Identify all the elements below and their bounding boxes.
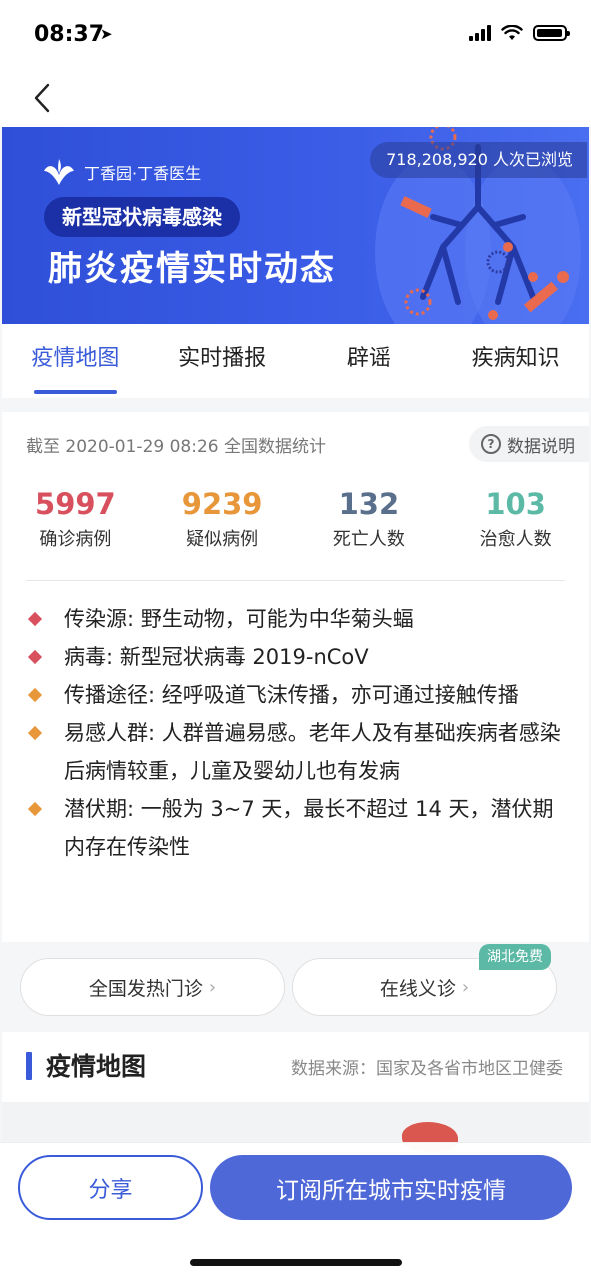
stat-value: 103 <box>485 487 546 521</box>
diamond-bullet-icon <box>26 638 64 676</box>
nav-bar <box>0 70 591 127</box>
info-text: 病毒: 新型冠状病毒 2019-nCoV <box>64 645 369 669</box>
online-consult-label: 在线义诊 <box>379 977 456 1000</box>
stat-deaths: 132 死亡人数 <box>296 487 443 551</box>
stat-value: 9239 <box>181 487 263 521</box>
stat-suspected: 9239 疑似病例 <box>149 487 296 551</box>
stats-card: 截至 2020-01-29 08:26 全国数据统计 ? 数据说明 5997 确… <box>2 412 589 942</box>
stats-timestamp: 截至 2020-01-29 08:26 全国数据统计 <box>26 437 326 457</box>
free-badge: 湖北免费 <box>479 944 551 970</box>
hero-banner: 丁香园·丁香医生 718,208,920 人次已浏览 新型冠状病毒感染 肺炎疫情… <box>2 127 589 324</box>
location-arrow-icon: ➤ <box>100 25 113 43</box>
bottom-action-bar: 分享 订阅所在城市实时疫情 <box>0 1142 591 1279</box>
tab-live-report[interactable]: 实时播报 <box>149 324 296 398</box>
tab-disease-knowledge[interactable]: 疾病知识 <box>442 324 589 398</box>
chevron-right-icon: › <box>461 976 470 998</box>
status-icons <box>469 25 570 41</box>
share-button[interactable]: 分享 <box>18 1155 203 1220</box>
back-button[interactable] <box>22 78 62 118</box>
diamond-bullet-icon <box>26 790 64 866</box>
data-note-button[interactable]: ? 数据说明 <box>469 426 589 462</box>
brand-logo: 丁香园·丁香医生 <box>42 157 201 187</box>
stat-confirmed: 5997 确诊病例 <box>2 487 149 551</box>
map-preview[interactable] <box>2 1102 589 1152</box>
stat-label: 治愈人数 <box>479 529 552 550</box>
battery-icon <box>533 25 570 41</box>
home-indicator <box>190 1259 402 1266</box>
info-list: 传染源: 野生动物，可能为中华菊头蝠 病毒: 新型冠状病毒 2019-nCoV … <box>26 600 563 866</box>
diamond-bullet-icon <box>26 714 64 790</box>
info-item-virus: 病毒: 新型冠状病毒 2019-nCoV <box>26 638 563 676</box>
divider <box>26 580 565 581</box>
chevron-right-icon: › <box>208 976 217 998</box>
map-data-source: 数据来源：国家及各省市地区卫健委 <box>291 1059 563 1079</box>
info-text: 潜伏期: 一般为 3~7 天，最长不超过 14 天，潜伏期内存在传染性 <box>64 797 554 859</box>
stat-label: 疑似病例 <box>186 529 259 550</box>
info-item-transmission: 传播途径: 经呼吸道飞沫传播，亦可通过接触传播 <box>26 676 563 714</box>
tab-rumor[interactable]: 辟谣 <box>296 324 443 398</box>
tab-bar: 疫情地图 实时播报 辟谣 疾病知识 <box>2 324 589 398</box>
stat-cured: 103 治愈人数 <box>442 487 589 551</box>
info-item-susceptible: 易感人群: 人群普遍易感。老年人及有基础疾病者感染后病情较重，儿童及婴幼儿也有发… <box>26 714 563 790</box>
fever-clinic-button[interactable]: 全国发热门诊 › <box>20 958 285 1016</box>
stat-label: 确诊病例 <box>39 529 112 550</box>
stat-label: 死亡人数 <box>332 529 405 550</box>
section-accent-bar <box>26 1052 32 1080</box>
brand-name: 丁香园·丁香医生 <box>84 164 202 183</box>
banner-title: 肺炎疫情实时动态 <box>48 249 336 289</box>
chevron-left-icon <box>34 83 50 113</box>
data-note-label: 数据说明 <box>507 436 575 457</box>
map-section-title: 疫情地图 <box>46 1052 147 1081</box>
view-count: 718,208,920 人次已浏览 <box>370 142 587 178</box>
info-text: 易感人群: 人群普遍易感。老年人及有基础疾病者感染后病情较重，儿童及婴幼儿也有发… <box>64 721 561 783</box>
info-text: 传染源: 野生动物，可能为中华菊头蝠 <box>64 607 414 631</box>
lilac-logo-icon <box>44 159 74 185</box>
status-time: 08:37 <box>34 22 105 47</box>
info-item-incubation: 潜伏期: 一般为 3~7 天，最长不超过 14 天，潜伏期内存在传染性 <box>26 790 563 866</box>
info-text: 传播途径: 经呼吸道飞沫传播，亦可通过接触传播 <box>64 683 519 707</box>
service-row: 全国发热门诊 › 在线义诊 › 湖北免费 <box>2 942 589 1032</box>
info-item-source: 传染源: 野生动物，可能为中华菊头蝠 <box>26 600 563 638</box>
diamond-bullet-icon <box>26 676 64 714</box>
wifi-icon <box>501 25 523 40</box>
stat-value: 5997 <box>35 487 116 521</box>
stat-value: 132 <box>338 487 400 521</box>
tab-epidemic-map[interactable]: 疫情地图 <box>2 324 149 398</box>
question-icon: ? <box>481 434 501 454</box>
fever-clinic-label: 全国发热门诊 <box>88 977 203 1000</box>
stats-row: 5997 确诊病例 9239 疑似病例 132 死亡人数 103 治愈人数 <box>2 487 589 551</box>
map-section: 疫情地图 数据来源：国家及各省市地区卫健委 <box>2 1032 589 1152</box>
subscribe-button[interactable]: 订阅所在城市实时疫情 <box>210 1155 572 1220</box>
status-bar: 08:37 ➤ <box>0 0 591 70</box>
signal-icon <box>469 25 491 41</box>
diamond-bullet-icon <box>26 600 64 638</box>
banner-subtitle: 新型冠状病毒感染 <box>44 197 240 237</box>
